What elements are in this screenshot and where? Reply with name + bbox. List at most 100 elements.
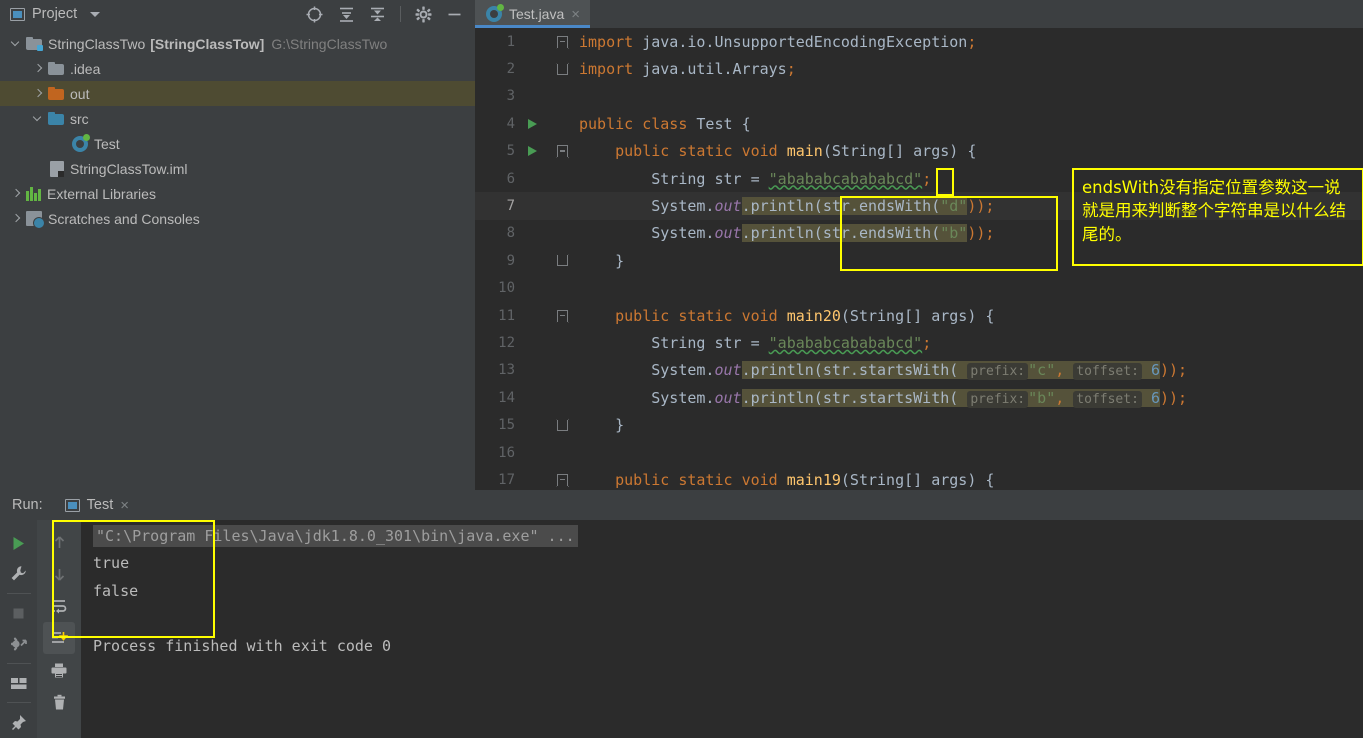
layout-icon[interactable] (3, 668, 35, 699)
run-toolbar-right (37, 520, 81, 738)
selected-code: .println(str.startsWith( prefix: "c", tof… (741, 361, 1160, 381)
tree-label: .idea (70, 60, 101, 77)
scroll-down-icon[interactable] (43, 558, 75, 590)
run-tab-test[interactable]: Test × (64, 497, 129, 513)
console-value: false (93, 581, 139, 600)
chevron-down-icon[interactable] (32, 112, 45, 125)
print-icon[interactable] (43, 654, 75, 686)
project-window-icon (10, 7, 25, 21)
wrench-icon[interactable] (3, 559, 35, 590)
token: )); (967, 224, 995, 243)
tree-item-project-root[interactable]: StringClassTwo [StringClassTow] G:\Strin… (0, 31, 475, 56)
token: str = (705, 169, 769, 188)
clear-all-icon[interactable] (43, 686, 75, 718)
token: .println(str.endsWith( (741, 197, 941, 216)
run-config-icon (64, 498, 80, 512)
chevron-right-icon[interactable] (32, 62, 45, 75)
code-line: 2 import java.util.Arrays; (475, 55, 1363, 82)
chevron-right-icon[interactable] (32, 87, 45, 100)
pin-icon[interactable] (3, 707, 35, 738)
fold-marker[interactable] (545, 255, 579, 267)
close-icon[interactable]: × (120, 498, 129, 513)
fold-marker[interactable] (545, 309, 579, 322)
rerun-failed-icon[interactable] (3, 629, 35, 660)
line-number: 9 (506, 252, 515, 269)
field-name: out (714, 388, 742, 407)
line-number: 1 (506, 33, 515, 50)
chevron-down-icon[interactable] (90, 11, 101, 17)
method-name: main20 (786, 306, 841, 325)
code-text: } (579, 416, 1363, 434)
settings-gear-icon[interactable] (415, 6, 432, 23)
run-class-gutter-icon[interactable] (520, 118, 545, 129)
console-output[interactable]: "C:\Program Files\Java\jdk1.8.0_301\bin\… (81, 520, 1363, 738)
run-method-gutter-icon[interactable] (520, 146, 545, 157)
tab-test-java[interactable]: Test.java × (475, 0, 591, 28)
tree-item-test-class[interactable]: Test (0, 131, 475, 156)
line-number: 11 (498, 307, 515, 324)
param-hint-toffset: toffset: (1073, 363, 1142, 381)
tree-module-path: G:\StringClassTwo (271, 35, 388, 52)
tree-label: External Libraries (47, 185, 156, 202)
fold-marker[interactable] (545, 35, 579, 48)
token: , (1055, 388, 1074, 407)
keyword: public (615, 306, 670, 325)
scroll-up-icon[interactable] (43, 526, 75, 558)
method-name: main19 (786, 470, 841, 489)
code-text: System.out.println(str.startsWith( prefi… (579, 388, 1363, 408)
token: )); (967, 197, 995, 216)
tree-item-scratches[interactable]: Scratches and Consoles (0, 206, 475, 231)
module-folder-icon (26, 37, 43, 51)
iml-file-icon (50, 160, 64, 177)
code-line: 15 } (475, 411, 1363, 438)
project-title-group[interactable]: Project (10, 6, 101, 22)
keyword: import (579, 32, 634, 51)
console-finished-line: Process finished with exit code 0 (81, 632, 1363, 660)
line-number: 6 (506, 170, 515, 187)
console-command-line: "C:\Program Files\Java\jdk1.8.0_301\bin\… (81, 522, 1363, 550)
project-panel-header: Project (0, 0, 475, 28)
chevron-right-icon[interactable] (10, 187, 23, 200)
string-literal: "ababab­cabababcd" (768, 169, 923, 188)
tree-label: StringClassTow.iml (70, 160, 188, 177)
string-literal: "d" (940, 197, 968, 216)
close-icon[interactable]: × (571, 7, 580, 22)
java-class-icon (72, 133, 90, 152)
chevron-right-icon[interactable] (10, 212, 23, 225)
keyword: class (642, 114, 688, 133)
project-panel-title: Project (32, 6, 78, 22)
tab-label: Test.java (509, 6, 565, 22)
string-literal: "ababab­cabababcd" (768, 333, 923, 352)
tree-item-out[interactable]: out (0, 81, 475, 106)
console-command: "C:\Program Files\Java\jdk1.8.0_301\bin\… (93, 524, 578, 547)
fold-marker[interactable] (545, 419, 579, 431)
code-text: import java.io.UnsupportedEncodingExcept… (579, 33, 1363, 51)
soft-wrap-icon[interactable] (43, 590, 75, 622)
token: str = (705, 333, 769, 352)
chevron-down-icon[interactable] (10, 37, 23, 50)
run-toolbar-left (0, 520, 37, 738)
stop-icon[interactable] (3, 598, 35, 629)
type-name: String (651, 169, 706, 188)
scroll-to-end-icon[interactable] (43, 622, 75, 654)
code-text: public static void main20(String[] args)… (579, 307, 1363, 325)
tree-item-src[interactable]: src (0, 106, 475, 131)
fold-marker[interactable] (545, 63, 579, 75)
fold-marker[interactable] (545, 145, 579, 158)
collapse-all-icon[interactable] (369, 6, 386, 23)
token: (String[] args) { (840, 306, 995, 325)
tree-item-iml[interactable]: StringClassTow.iml (0, 156, 475, 181)
hide-icon[interactable] (446, 6, 463, 23)
code-line: 11 public static void main20(String[] ar… (475, 302, 1363, 329)
run-icon[interactable] (3, 528, 35, 559)
tree-item-idea[interactable]: .idea (0, 56, 475, 81)
line-number: 2 (506, 61, 515, 78)
fold-marker[interactable] (545, 473, 579, 486)
locate-icon[interactable] (305, 5, 324, 24)
expand-all-icon[interactable] (338, 6, 355, 23)
run-panel: Run: Test × "C:\Program Files\Java\jdk1.… (0, 490, 1363, 738)
run-panel-body: "C:\Program Files\Java\jdk1.8.0_301\bin\… (0, 520, 1363, 738)
tree-item-external-libraries[interactable]: External Libraries (0, 181, 475, 206)
token: System. (651, 224, 715, 243)
param-hint-toffset: toffset: (1073, 390, 1142, 408)
